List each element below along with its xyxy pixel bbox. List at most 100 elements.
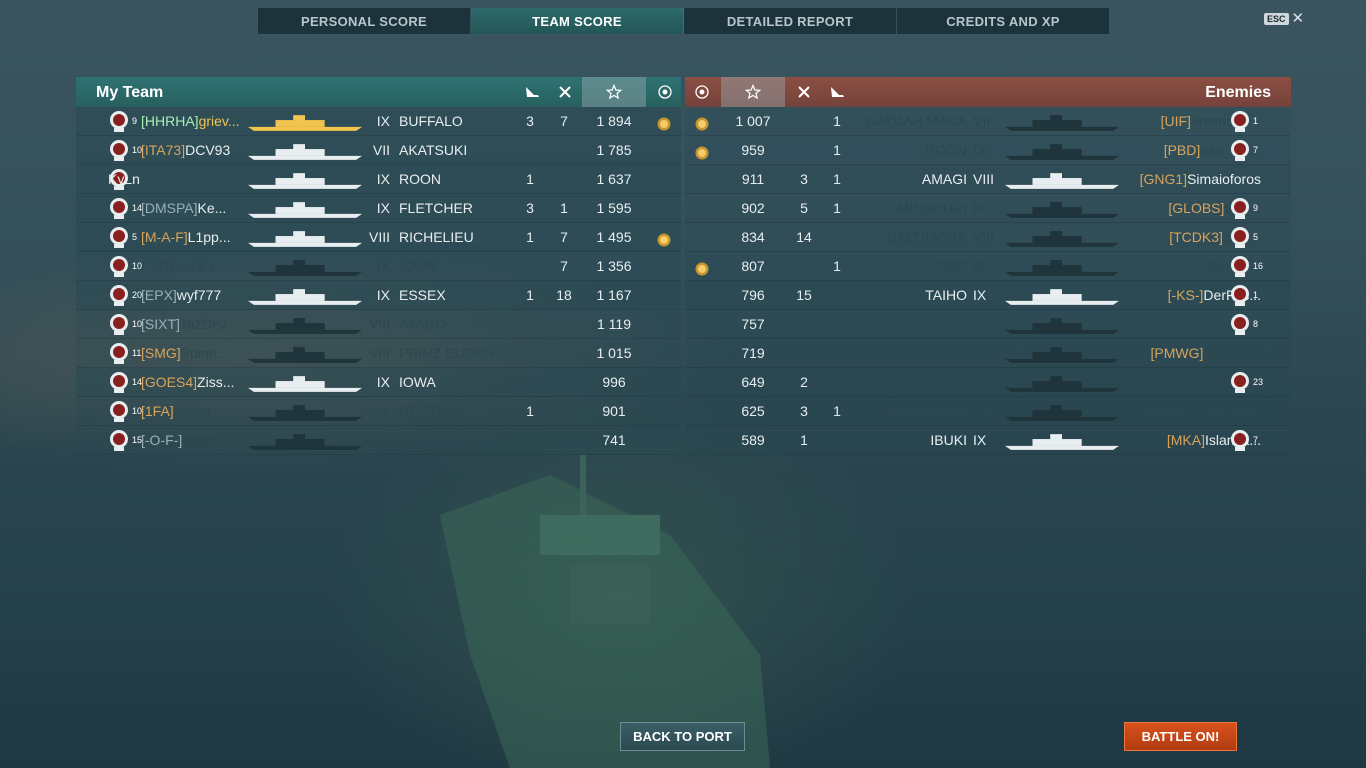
score-value: 757 bbox=[741, 316, 765, 332]
player-nickname: Spine... bbox=[180, 345, 229, 361]
enemy-team-panel: Enemies 1 007 1 GADJAH MADA VII [UIF]enemogn… bbox=[685, 77, 1291, 455]
table-row[interactable]: 20 [EPX]wyf777 IX ESSEX 1 18 1 167 bbox=[76, 281, 681, 310]
ship-silhouette bbox=[1003, 432, 1121, 450]
tab-personal-score[interactable]: PERSONAL SCORE bbox=[258, 8, 471, 34]
player-name[interactable]: [SIXT]TazDev bbox=[141, 310, 247, 339]
planes-destroyed bbox=[791, 136, 817, 165]
player-nickname: Whole_Lotta_Ship bbox=[1146, 403, 1261, 419]
table-row[interactable]: 14 [GOES4]Ziss... IX IOWA 996 bbox=[76, 368, 681, 397]
ships-destroyed: 1 bbox=[833, 258, 841, 274]
rank-badge-icon bbox=[106, 398, 132, 424]
back-to-port-button[interactable]: BACK TO PORT bbox=[620, 722, 745, 751]
table-row[interactable]: 719 YŪGUMO IX [PMWG]Kojakken bbox=[685, 339, 1291, 368]
score-value: 911 bbox=[741, 171, 765, 187]
clan-tag: [UIF] bbox=[1160, 113, 1191, 129]
ship-tier: VIII bbox=[368, 316, 390, 332]
player-name[interactable]: [-O-F-]cham... bbox=[141, 426, 247, 455]
player-name[interactable]: [EPX]wyf777 bbox=[141, 281, 247, 310]
table-row[interactable]: 10 [SIXT]TazDev VIII ATAGO 1 119 bbox=[76, 310, 681, 339]
clan-tag: [GLOBS] bbox=[1168, 200, 1225, 216]
table-row[interactable]: 79615TAIHOIX[-KS-]DerFuc...1 bbox=[685, 281, 1291, 310]
player-name[interactable]: [PMWG]Kojakken bbox=[1121, 339, 1261, 368]
table-row[interactable]: 15 [-O-F-]cham... VII KING GEORGE V 741 bbox=[76, 426, 681, 455]
score-value: 1 894 bbox=[596, 113, 632, 129]
rank-badge-icon bbox=[1227, 195, 1253, 221]
table-row[interactable]: 14 [DMSPA]Ke... IX FLETCHER 3 1 1 595 bbox=[76, 194, 681, 223]
player-name[interactable]: [GOES4]Ziss... bbox=[141, 368, 247, 397]
table-row[interactable]: 5891IBUKIIX[MKA]Islansa...7 bbox=[685, 426, 1291, 455]
player-name[interactable]: FSGDUFFY bbox=[141, 252, 247, 281]
rank-badge-icon bbox=[106, 108, 132, 134]
player-nickname: risting bbox=[173, 403, 212, 419]
table-row[interactable]: 90251MISSOURIIX[GLOBS]Sir_...9 bbox=[685, 194, 1291, 223]
table-row[interactable]: KyLn IX ROON 1 1 637 bbox=[76, 165, 681, 194]
table-row[interactable]: 83414BALTIMOREVIII[TCDK3]sam...5 bbox=[685, 223, 1291, 252]
planes-destroyed bbox=[551, 426, 577, 455]
player-level: 9 bbox=[1253, 203, 1259, 213]
tab-credits-xp[interactable]: CREDITS AND XP bbox=[897, 8, 1109, 34]
player-name[interactable]: [HHRHA]griev... bbox=[141, 107, 247, 136]
player-level: 1 bbox=[1253, 290, 1259, 300]
clan-tag: [SIXT] bbox=[141, 316, 180, 332]
table-row[interactable]: 10 [ITA73]DCV93 VII AKATSUKI 1 785 bbox=[76, 136, 681, 165]
ship-tier: IX bbox=[973, 200, 987, 216]
ship-name: RICHELIEU bbox=[399, 229, 474, 245]
player-name[interactable]: [M-A-F]L1pp... bbox=[141, 223, 247, 252]
player-level: 7 bbox=[1253, 435, 1259, 445]
clan-tag: [MKA] bbox=[1166, 432, 1205, 448]
medal-icon bbox=[694, 258, 710, 276]
player-name[interactable]: [SMG]Spine... bbox=[141, 339, 247, 368]
medal-icon bbox=[656, 229, 672, 247]
player-name[interactable]: [ITA73]DCV93 bbox=[141, 136, 247, 165]
ship-silhouette bbox=[1003, 345, 1121, 363]
table-row[interactable]: 959 1 ROON IX [PBD]gap_sni... 7 bbox=[685, 136, 1291, 165]
table-row[interactable]: 625 3 1 CLEVELAND VIII Whole_Lotta_Ship bbox=[685, 397, 1291, 426]
ship-tier: IX bbox=[376, 200, 390, 216]
battle-on-button[interactable]: BATTLE ON! bbox=[1124, 722, 1237, 751]
ship-tier: VII bbox=[372, 432, 390, 448]
player-name[interactable]: Whole_Lotta_Ship bbox=[1121, 397, 1261, 426]
table-row[interactable]: 6492NEPTUNEIXnorrflee...23 bbox=[685, 368, 1291, 397]
ships-destroyed: 1 bbox=[833, 113, 841, 129]
planes-destroyed: 7 bbox=[560, 113, 568, 129]
table-row[interactable]: 1 007 1 GADJAH MADA VII [UIF]enemogn... 1 bbox=[685, 107, 1291, 136]
ships-destroyed bbox=[824, 281, 850, 310]
ship-silhouette bbox=[1003, 171, 1121, 189]
table-row[interactable]: 9 [HHRHA]griev... IX BUFFALO 3 7 1 894 bbox=[76, 107, 681, 136]
medal-icon bbox=[656, 113, 672, 131]
close-button[interactable]: ESC ✕ bbox=[1264, 11, 1304, 26]
table-row[interactable]: 911 3 1 AMAGI VIII [GNG1]Simaioforos bbox=[685, 165, 1291, 194]
ship-tier: VII bbox=[973, 113, 991, 129]
planes-destroyed: 2 bbox=[800, 374, 808, 390]
planes-destroyed bbox=[551, 339, 577, 368]
player-name[interactable]: KyLn bbox=[108, 165, 214, 194]
enemy-team-header: Enemies bbox=[685, 77, 1291, 107]
player-name[interactable]: [1FA]risting bbox=[141, 397, 247, 426]
score-value: 1 785 bbox=[596, 142, 632, 158]
table-row[interactable]: 5 [M-A-F]L1pp... VIII RICHELIEU 1 7 1 495 bbox=[76, 223, 681, 252]
player-name[interactable]: [GNG1]Simaioforos bbox=[1121, 165, 1261, 194]
medal-icon bbox=[694, 142, 710, 160]
player-nickname: Kojakken bbox=[1203, 345, 1261, 361]
ship-name: BALTIMORE bbox=[887, 229, 967, 245]
planes-destroyed bbox=[551, 310, 577, 339]
player-nickname: griev... bbox=[198, 113, 240, 129]
ship-tier: IX bbox=[973, 432, 987, 448]
table-row[interactable]: 10 FSGDUFFY IX IOWA 7 1 356 bbox=[76, 252, 681, 281]
tab-detailed-report[interactable]: DETAILED REPORT bbox=[684, 8, 897, 34]
tab-team-score[interactable]: TEAM SCORE bbox=[471, 8, 684, 34]
ship-name: PRINZ EUGEN bbox=[399, 345, 495, 361]
ship-tier: IX bbox=[973, 374, 987, 390]
table-row[interactable]: 11 [SMG]Spine... VIII PRINZ EUGEN 1 015 bbox=[76, 339, 681, 368]
achievement-icon bbox=[689, 77, 715, 107]
ships-destroyed bbox=[824, 310, 850, 339]
player-level: 16 bbox=[1253, 261, 1264, 271]
planes-destroyed bbox=[551, 165, 577, 194]
player-name[interactable]: [DMSPA]Ke... bbox=[141, 194, 247, 223]
score-value: 625 bbox=[741, 403, 765, 419]
ship-name: IOWA bbox=[930, 258, 967, 274]
table-row[interactable]: 807 1 IOWA IX JRedde... 16 bbox=[685, 252, 1291, 281]
table-row[interactable]: 10 [1FA]risting IX NEPTUNE 1 901 bbox=[76, 397, 681, 426]
ship-name: YŪGUMO bbox=[904, 345, 967, 361]
table-row[interactable]: 757 LYON VII Ironweaze... 8 bbox=[685, 310, 1291, 339]
